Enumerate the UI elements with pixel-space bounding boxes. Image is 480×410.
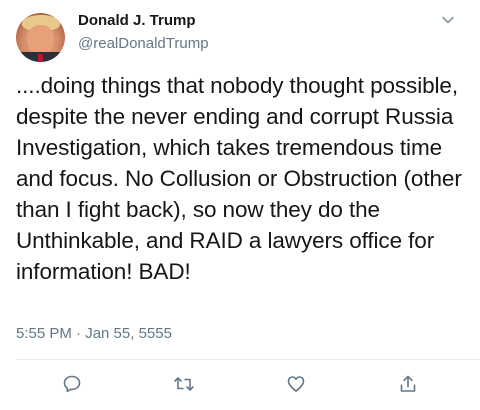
user-name[interactable]: Donald J. Trump bbox=[78, 12, 196, 29]
user-handle[interactable]: @realDonaldTrump bbox=[78, 35, 209, 52]
tweet-text: ....doing things that nobody thought pos… bbox=[16, 73, 462, 284]
divider bbox=[16, 359, 480, 360]
tweet-timestamp[interactable]: 5:55 PM · Jan 55, 5555 bbox=[16, 325, 172, 342]
like-icon[interactable] bbox=[285, 373, 307, 395]
reply-icon[interactable] bbox=[61, 373, 83, 395]
avatar-face bbox=[27, 25, 54, 55]
tweet-card: Donald J. Trump @realDonaldTrump ....doi… bbox=[0, 0, 480, 410]
avatar-tie bbox=[38, 54, 43, 62]
share-icon[interactable] bbox=[397, 373, 419, 395]
avatar[interactable] bbox=[16, 13, 65, 62]
retweet-icon[interactable] bbox=[173, 373, 195, 395]
chevron-down-icon[interactable] bbox=[440, 12, 456, 28]
